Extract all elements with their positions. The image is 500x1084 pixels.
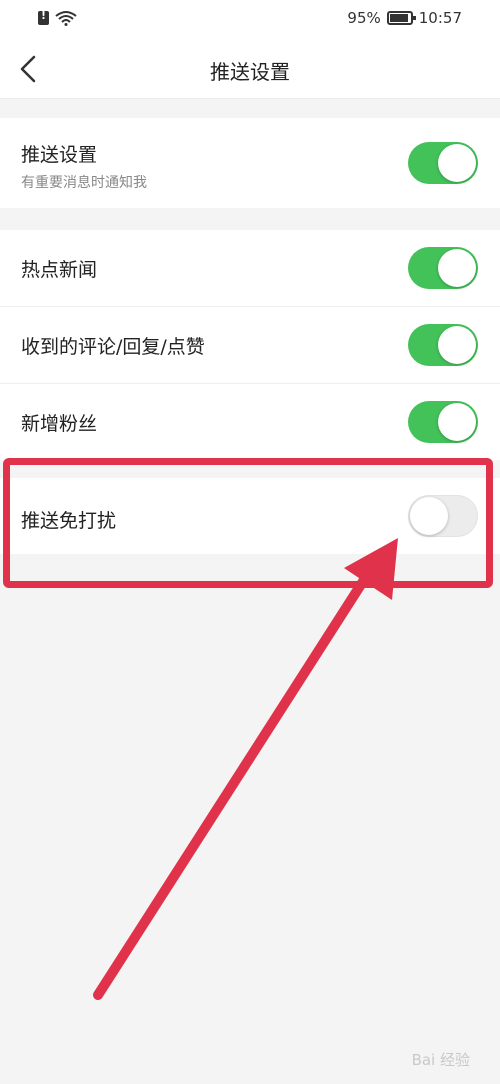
master-push-label: 推送设置 bbox=[21, 144, 98, 166]
toggle-knob bbox=[438, 326, 476, 364]
categories-group: 热点新闻 收到的评论/回复/点赞 新增粉丝 bbox=[0, 230, 500, 460]
status-bar: 95% 10:57 bbox=[0, 0, 500, 40]
status-left bbox=[38, 9, 77, 26]
clock: 10:57 bbox=[418, 9, 462, 27]
nav-bar: 推送设置 bbox=[0, 40, 500, 99]
hot-news-toggle[interactable] bbox=[408, 247, 478, 289]
toggle-knob bbox=[438, 144, 476, 182]
wifi-icon bbox=[55, 11, 77, 26]
master-push-toggle[interactable] bbox=[408, 142, 478, 184]
comments-label: 收到的评论/回复/点赞 bbox=[21, 336, 205, 358]
toggle-knob bbox=[410, 497, 448, 535]
battery-icon bbox=[386, 11, 416, 25]
toggle-knob bbox=[438, 403, 476, 441]
sim-alert-icon bbox=[38, 9, 49, 25]
hot-news-row[interactable]: 热点新闻 bbox=[0, 230, 500, 307]
master-group: 推送设置 有重要消息时通知我 bbox=[0, 118, 500, 208]
dnd-row[interactable]: 推送免打扰 bbox=[0, 478, 500, 554]
master-push-row[interactable]: 推送设置 有重要消息时通知我 bbox=[0, 118, 500, 208]
watermark: Bai 经验 bbox=[411, 1051, 470, 1069]
hot-news-label: 热点新闻 bbox=[21, 259, 98, 281]
dnd-group: 推送免打扰 bbox=[0, 478, 500, 554]
comments-row[interactable]: 收到的评论/回复/点赞 bbox=[0, 307, 500, 384]
page-title: 推送设置 bbox=[210, 60, 290, 84]
new-fans-toggle[interactable] bbox=[408, 401, 478, 443]
new-fans-label: 新增粉丝 bbox=[21, 413, 98, 435]
new-fans-row[interactable]: 新增粉丝 bbox=[0, 384, 500, 460]
status-right: 95% 10:57 bbox=[347, 9, 462, 27]
dnd-toggle[interactable] bbox=[408, 495, 478, 537]
battery-percent: 95% bbox=[347, 9, 381, 27]
toggle-knob bbox=[438, 249, 476, 287]
dnd-label: 推送免打扰 bbox=[21, 510, 117, 532]
comments-toggle[interactable] bbox=[408, 324, 478, 366]
master-push-sub: 有重要消息时通知我 bbox=[21, 175, 147, 191]
